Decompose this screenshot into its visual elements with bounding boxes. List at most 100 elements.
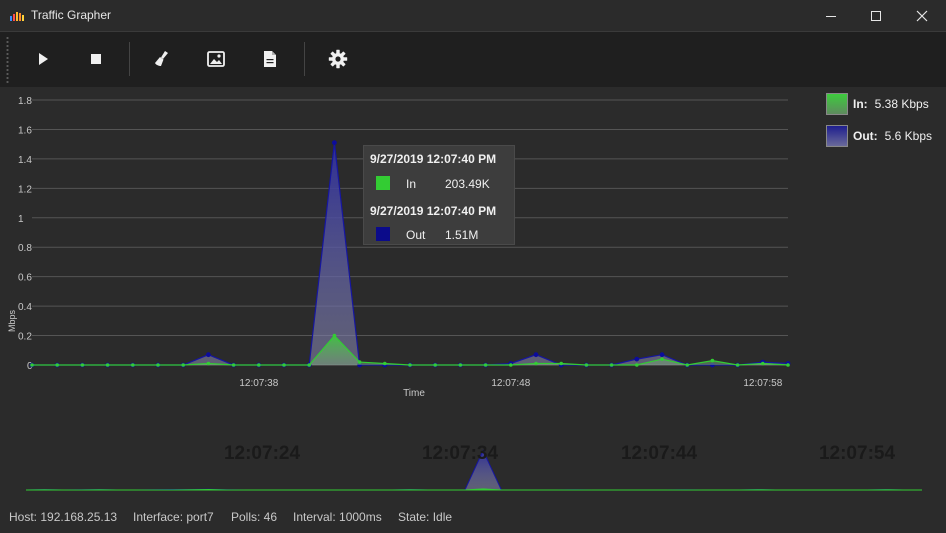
legend-item-in[interactable]: In: 5.38 Kbps bbox=[826, 91, 946, 117]
start-button[interactable] bbox=[28, 44, 58, 74]
data-point[interactable] bbox=[786, 363, 790, 367]
overview-time-label: 12:07:54 bbox=[819, 443, 895, 464]
close-button[interactable] bbox=[899, 0, 945, 31]
legend-label-in: In: bbox=[853, 97, 868, 111]
data-point[interactable] bbox=[433, 363, 438, 367]
maximize-button[interactable] bbox=[853, 0, 899, 31]
data-point[interactable] bbox=[206, 361, 211, 366]
data-point[interactable] bbox=[509, 363, 513, 367]
legend-item-out[interactable]: Out: 5.6 Kbps bbox=[826, 123, 946, 149]
toolbar-separator bbox=[304, 42, 305, 76]
data-point[interactable] bbox=[55, 363, 59, 367]
title-bar: Traffic Grapher bbox=[0, 0, 946, 32]
data-point[interactable] bbox=[559, 361, 563, 366]
tooltip-out-name: Out bbox=[406, 228, 426, 242]
maximize-icon bbox=[871, 10, 881, 21]
data-point[interactable] bbox=[660, 357, 664, 361]
data-point[interactable] bbox=[534, 361, 538, 366]
data-point[interactable] bbox=[761, 361, 765, 366]
window-title: Traffic Grapher bbox=[31, 8, 112, 22]
x-axis-label: Time bbox=[403, 388, 425, 399]
status-polls: Polls: 46 bbox=[231, 510, 278, 524]
x-tick-label: 12:07:48 bbox=[491, 378, 530, 389]
data-point[interactable] bbox=[383, 361, 387, 366]
data-point[interactable] bbox=[282, 363, 286, 367]
data-point[interactable] bbox=[80, 363, 85, 367]
data-point[interactable] bbox=[332, 333, 337, 338]
document-icon bbox=[264, 51, 276, 67]
app-icon bbox=[10, 12, 24, 21]
y-tick-label: 1.4 bbox=[18, 155, 32, 166]
status-interval: Interval: 1000ms bbox=[293, 510, 382, 524]
data-point[interactable] bbox=[231, 363, 236, 367]
data-point[interactable] bbox=[307, 363, 312, 367]
toolbar-grip[interactable] bbox=[6, 36, 9, 84]
legend-label-out: Out: bbox=[853, 129, 878, 143]
clear-button[interactable] bbox=[147, 44, 177, 74]
close-icon bbox=[916, 10, 928, 21]
y-tick-label: 1 bbox=[18, 214, 24, 225]
gear-icon bbox=[328, 49, 348, 69]
data-point[interactable] bbox=[357, 360, 362, 364]
data-point[interactable] bbox=[408, 363, 412, 367]
minimize-icon bbox=[826, 15, 836, 17]
y-tick-label: 1.8 bbox=[18, 96, 32, 107]
status-host: Host: 192.168.25.13 bbox=[9, 510, 118, 524]
data-point[interactable] bbox=[206, 352, 211, 358]
x-tick-label: 12:07:38 bbox=[239, 378, 278, 389]
data-point[interactable] bbox=[257, 363, 261, 367]
tooltip-in-value: 203.49K bbox=[445, 177, 490, 191]
y-tick-label: 1.6 bbox=[18, 125, 32, 136]
tooltip-in-name: In bbox=[406, 177, 417, 191]
data-point[interactable] bbox=[458, 363, 463, 367]
y-tick-label: 0.2 bbox=[18, 332, 32, 343]
data-point[interactable] bbox=[735, 363, 740, 367]
status-state: State: Idle bbox=[398, 510, 453, 524]
data-point[interactable] bbox=[659, 352, 665, 358]
data-point[interactable] bbox=[634, 356, 640, 362]
data-tooltip: 9/27/2019 12:07:40 PM In 203.49K 9/27/20… bbox=[363, 145, 515, 245]
tooltip-out-time: 9/27/2019 12:07:40 PM bbox=[370, 204, 497, 218]
overview-time-label: 12:07:44 bbox=[621, 443, 697, 464]
status-bar: Host: 192.168.25.13 Interface: port7 Pol… bbox=[0, 500, 946, 533]
tooltip-out-value: 1.51M bbox=[445, 228, 479, 242]
data-point[interactable] bbox=[685, 363, 689, 367]
data-point[interactable] bbox=[609, 363, 614, 367]
export-data-button[interactable] bbox=[255, 44, 285, 74]
x-tick-label: 12:07:58 bbox=[743, 378, 782, 389]
data-point[interactable] bbox=[181, 363, 185, 367]
data-point[interactable] bbox=[30, 363, 34, 367]
toolbar bbox=[0, 32, 946, 87]
series-in bbox=[30, 333, 790, 367]
y-tick-label: 1.2 bbox=[18, 184, 32, 195]
toolbar-separator bbox=[129, 42, 130, 76]
data-point[interactable] bbox=[131, 363, 135, 367]
data-point[interactable] bbox=[105, 363, 110, 367]
legend-swatch-out bbox=[826, 125, 848, 147]
minimize-button[interactable] bbox=[808, 0, 854, 31]
tooltip-in-swatch bbox=[376, 176, 390, 190]
stop-icon bbox=[91, 54, 101, 64]
data-point[interactable] bbox=[710, 358, 715, 363]
data-point[interactable] bbox=[635, 363, 639, 367]
data-point[interactable] bbox=[533, 352, 539, 358]
play-icon bbox=[39, 53, 48, 65]
overview-time-label: 12:07:24 bbox=[224, 443, 300, 464]
data-point[interactable] bbox=[483, 363, 488, 367]
y-tick-label: 0.4 bbox=[18, 302, 32, 313]
stop-button[interactable] bbox=[81, 44, 111, 74]
data-point[interactable] bbox=[332, 140, 337, 146]
tooltip-in-time: 9/27/2019 12:07:40 PM bbox=[370, 152, 497, 166]
data-point[interactable] bbox=[584, 363, 589, 367]
y-tick-label: 0.6 bbox=[18, 273, 32, 284]
settings-button[interactable] bbox=[323, 44, 353, 74]
legend-swatch-in bbox=[826, 93, 848, 115]
legend-value-in: 5.38 Kbps bbox=[874, 97, 929, 111]
clear-icon bbox=[155, 51, 168, 66]
legend-value-out: 5.6 Kbps bbox=[884, 129, 933, 143]
save-image-button[interactable] bbox=[201, 44, 231, 74]
data-point[interactable] bbox=[156, 363, 160, 367]
y-tick-label: 0.8 bbox=[18, 243, 32, 254]
tooltip-out-swatch bbox=[376, 227, 390, 241]
status-interface: Interface: port7 bbox=[133, 510, 214, 524]
